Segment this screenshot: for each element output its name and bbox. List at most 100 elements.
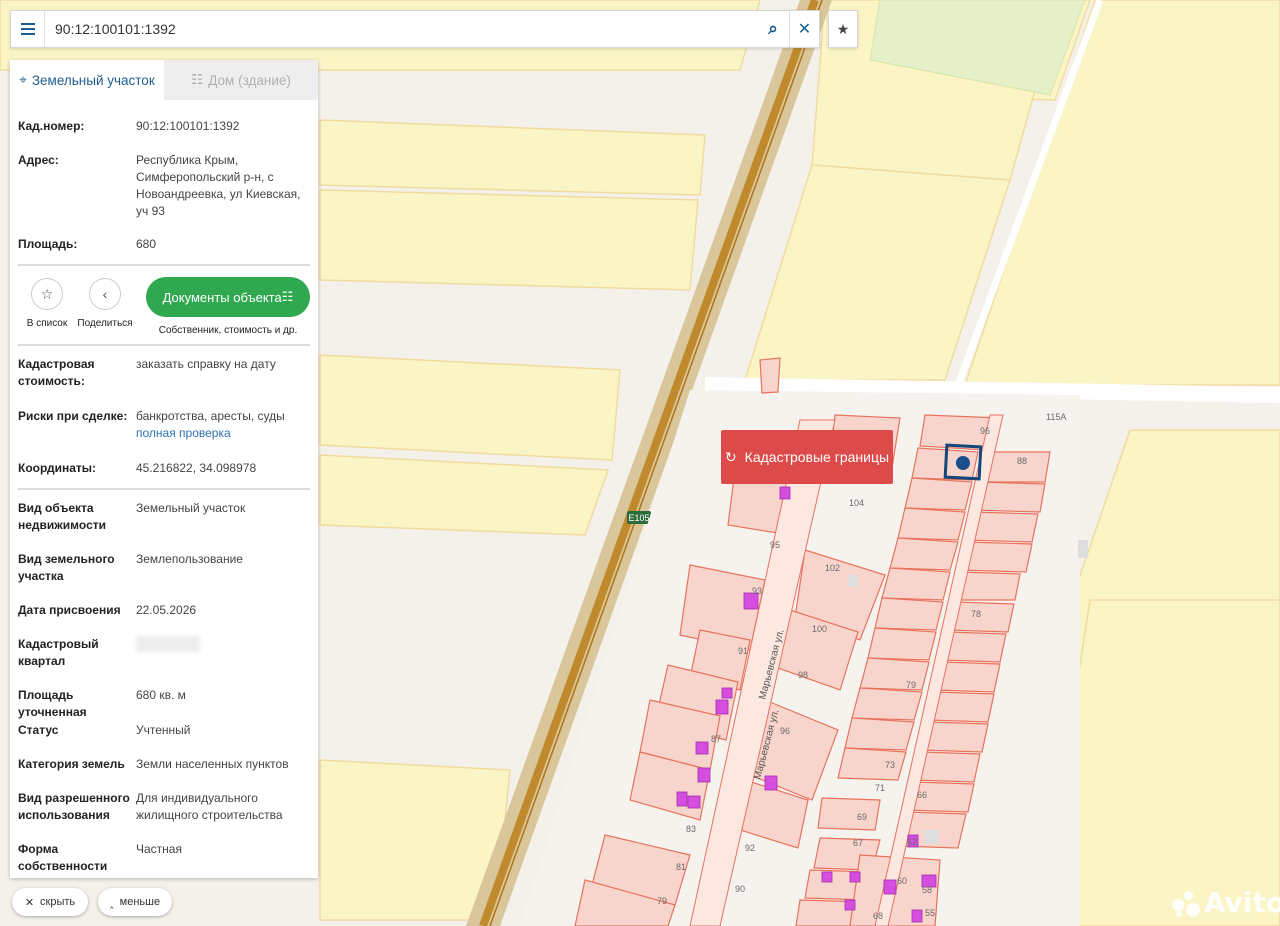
avito-logo-icon xyxy=(1172,889,1200,917)
search-bar: 90:12:100101:1392 ⌕ ✕ xyxy=(10,10,820,48)
actions: ☆ В список ‹ Поделиться Документы объект… xyxy=(10,266,318,344)
tab-label: Земельный участок xyxy=(31,72,155,88)
cadastral-borders-button[interactable]: ↻ Кадастровые границы xyxy=(721,430,893,484)
row-value: 45.216822, 34.098978 xyxy=(136,461,257,475)
info-row-address: Адрес: Республика Крым, Симферопольский … xyxy=(10,152,318,236)
parcel-number: 98 xyxy=(798,670,808,680)
document-icon: ☷ xyxy=(281,289,294,304)
close-icon: ✕ xyxy=(24,896,35,909)
tab-label: Дом (здание) xyxy=(208,72,291,88)
row-label: Вид объекта недвижимости xyxy=(18,501,106,532)
share-icon: ‹ xyxy=(89,278,121,310)
row-label: Кадастровый квартал xyxy=(18,637,99,668)
parcel-number: 91 xyxy=(738,646,748,656)
parcel-number: 58 xyxy=(922,885,932,895)
parcel-number: 92 xyxy=(745,843,755,853)
row-value: Земли населенных пунктов xyxy=(136,757,289,771)
info-row: Площадь уточненная 680 кв. м xyxy=(10,687,318,722)
map-pin-icon: ⌖ xyxy=(19,72,27,87)
row-label: Вид разрешенного использования xyxy=(18,791,130,822)
search-input[interactable]: 90:12:100101:1392 xyxy=(45,21,757,37)
parcel-number: 96 xyxy=(780,726,790,736)
info-row-cadnum: Кад.номер: 90:12:100101:1392 xyxy=(10,118,318,152)
tabs: ⌖ Земельный участок ☷ Дом (здание) xyxy=(10,60,318,100)
parcel-number: 96 xyxy=(980,426,990,436)
row-label: Кадастровая стоимость: xyxy=(18,357,95,388)
info-row: Вид объекта недвижимости Земельный участ… xyxy=(10,500,318,551)
info-panel: ⌖ Земельный участок ☷ Дом (здание) Кад.н… xyxy=(10,60,318,878)
info-row: Категория земель Земли населенных пункто… xyxy=(10,756,318,790)
tab-house[interactable]: ☷ Дом (здание) xyxy=(164,60,318,100)
risks-value: банкротства, аресты, суды xyxy=(136,409,285,423)
row-value-group: банкротства, аресты, суды полная проверк… xyxy=(136,408,310,460)
row-label: Координаты: xyxy=(18,461,97,475)
star-icon[interactable]: ★ xyxy=(828,10,858,48)
refresh-icon: ↻ xyxy=(724,448,737,465)
row-value: 680 кв. м xyxy=(136,688,186,702)
parcel-number: 78 xyxy=(971,609,981,619)
row-label: Площадь уточненная xyxy=(18,688,87,719)
row-label: Вид земельного участка xyxy=(18,552,115,583)
tab-land-plot[interactable]: ⌖ Земельный участок xyxy=(10,60,164,100)
row-value: Для индивидуального жилищного строительс… xyxy=(136,791,283,822)
parcel-number: 62 xyxy=(907,837,917,847)
row-value: Землепользование xyxy=(136,552,243,566)
share-button[interactable]: ‹ Поделиться xyxy=(76,274,134,344)
documents-button[interactable]: Документы объекта ☷ xyxy=(146,277,310,317)
info-row: Вид разрешенного использования Для индив… xyxy=(10,790,318,841)
row-label: Кад.номер: xyxy=(18,119,85,133)
docs-block: Документы объекта ☷ Собственник, стоимос… xyxy=(134,274,310,344)
close-icon[interactable]: ✕ xyxy=(789,11,819,47)
parcel-number: 67 xyxy=(853,838,863,848)
parcel-number: 102 xyxy=(825,563,840,573)
row-label: Площадь: xyxy=(18,237,78,251)
row-label: Категория земель xyxy=(18,757,125,771)
info-row: Статус Учтенный xyxy=(10,722,318,756)
avito-text: Avito xyxy=(1204,886,1280,919)
order-certificate-link[interactable]: заказать справку на дату xyxy=(136,356,310,408)
info-row: Вид земельного участка Землепользование xyxy=(10,551,318,602)
hide-label: скрыть xyxy=(40,896,76,908)
parcel-number: 93 xyxy=(752,586,762,596)
search-icon[interactable]: ⌕ xyxy=(757,11,789,47)
row-label: Статус xyxy=(18,723,59,737)
info-row-risks: Риски при сделке: банкротства, аресты, с… xyxy=(10,408,318,460)
less-label: меньше xyxy=(119,896,161,908)
parcel-number: 79 xyxy=(657,896,667,906)
row-value: Республика Крым, Симферопольский р-н, с … xyxy=(136,153,301,218)
parcel-number: 95 xyxy=(770,540,780,550)
road-label: E105 xyxy=(628,513,649,523)
row-value: Земельный участок xyxy=(136,501,246,515)
parcel-number: 115А xyxy=(1046,412,1066,422)
avito-watermark: Avito xyxy=(1172,886,1280,919)
add-to-list-button[interactable]: ☆ В список xyxy=(18,274,76,344)
row-label: Форма собственности xyxy=(18,842,108,873)
parcel-number: 88 xyxy=(1017,456,1027,466)
documents-button-label: Документы объекта xyxy=(162,289,282,305)
hide-panel-button[interactable]: ✕ скрыть xyxy=(12,888,88,916)
parcel-number: 66 xyxy=(917,790,927,800)
row-label: Адрес: xyxy=(18,153,59,167)
info-row-cost: Кадастровая стоимость: заказать справку … xyxy=(10,356,318,408)
parcel-number: 55 xyxy=(925,908,935,918)
parcel-number: 90 xyxy=(735,884,745,894)
row-value: 680 xyxy=(136,237,157,251)
row-label: Риски при сделке: xyxy=(18,409,128,423)
action-label: Поделиться xyxy=(77,318,133,329)
parcel-number: 69 xyxy=(857,812,867,822)
collapse-panel-button[interactable]: ‸ меньше xyxy=(98,888,172,916)
parcel-number: 104 xyxy=(849,498,864,508)
cadastral-number-link[interactable]: 90:12:100101:1392 xyxy=(136,118,310,152)
row-value: Частная xyxy=(136,842,182,856)
menu-icon[interactable] xyxy=(11,11,45,47)
selected-parcel-marker[interactable] xyxy=(956,456,970,470)
parcel-number: 87 xyxy=(711,734,721,744)
cadastral-borders-label: Кадастровые границы xyxy=(744,449,890,465)
parcel-number: 81 xyxy=(676,862,686,872)
chevron-up-icon: ‸ xyxy=(109,896,114,909)
row-label: Дата присвоения xyxy=(18,603,121,617)
full-check-link[interactable]: полная проверка xyxy=(136,425,310,442)
info-row-coords: Координаты: 45.216822, 34.098978 xyxy=(10,460,318,488)
building-icon: ☷ xyxy=(191,72,204,87)
star-outline-icon: ☆ xyxy=(31,278,63,310)
